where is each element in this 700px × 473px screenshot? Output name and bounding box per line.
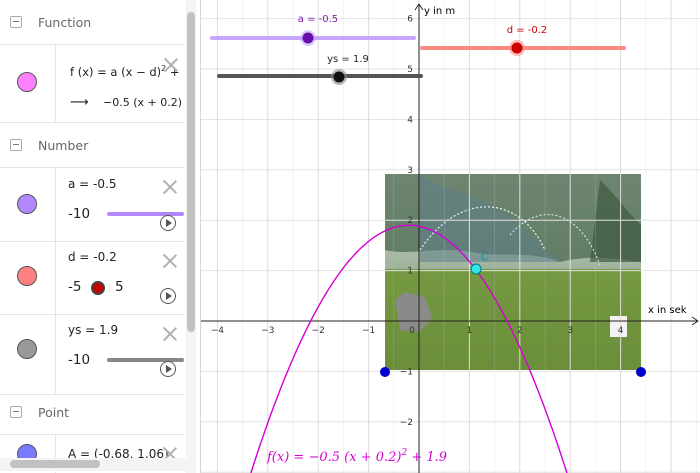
definition-prefix: f (x) = a (x − d) [70, 64, 162, 79]
y-tick-label: 3 [407, 166, 413, 176]
algebra-item-d[interactable]: d = -0.2 -5 5 [0, 241, 184, 315]
section-header-function[interactable]: Function [0, 0, 184, 45]
delete-icon[interactable] [163, 254, 177, 268]
collapse-icon[interactable] [10, 16, 22, 28]
algebra-item-ys[interactable]: ys = 1.9 -10 [0, 314, 184, 395]
y-tick-label: 5 [407, 65, 413, 75]
section-title: Number [38, 137, 89, 153]
horizontal-scrollbar[interactable] [0, 458, 186, 471]
x-tick-label: −1 [362, 326, 375, 336]
x-tick-label: 2 [517, 326, 523, 336]
x-tick-label: 4 [618, 326, 624, 336]
section-title: Point [38, 404, 70, 420]
section-header-point[interactable]: Point [0, 390, 184, 435]
delete-icon[interactable] [163, 180, 177, 194]
slider-min: -10 [68, 352, 91, 368]
scroll-thumb[interactable] [10, 460, 100, 468]
graphics-view[interactable]: −4 −3 −2 −1 0 1 2 3 4654321−1−2 C a = -0.5 d = -… [201, 0, 700, 473]
section-title: Function [38, 14, 92, 30]
formula-coefficient: = −0.5 [289, 450, 344, 465]
y-tick-label: 6 [407, 15, 413, 25]
slider-min: -10 [68, 206, 91, 222]
scroll-thumb[interactable] [187, 12, 195, 332]
formula-lhs: f(x) [266, 450, 289, 465]
divider [55, 314, 56, 394]
y-tick-label: −2 [400, 418, 413, 428]
visibility-toggle[interactable] [17, 266, 37, 286]
x-tick-label: 0 [409, 326, 415, 336]
y-tick-label: −1 [400, 367, 413, 377]
divider [55, 241, 56, 314]
delete-icon[interactable] [164, 58, 178, 72]
point-c[interactable] [470, 263, 482, 275]
y-tick-label: 4 [407, 115, 413, 125]
slider-label: ys = 1.9 [327, 54, 369, 65]
function-formula: f(x) = −0.5 (x + 0.2)2 + 1.9 [266, 448, 447, 465]
graph-slider-d[interactable]: d = -0.2 [420, 25, 626, 56]
delete-icon[interactable] [163, 327, 177, 341]
slider-label[interactable]: a = -0.5 [68, 177, 116, 191]
result-arrow-icon: ⟶ [70, 95, 89, 110]
slider-max: 5 [115, 279, 124, 295]
slider-label: d = -0.2 [507, 25, 548, 36]
slider-knob[interactable] [91, 281, 105, 295]
x-tick-label: 3 [567, 326, 573, 336]
collapse-icon[interactable] [10, 139, 22, 151]
slider-label: a = -0.5 [298, 14, 338, 25]
play-icon[interactable] [160, 215, 176, 231]
visibility-toggle[interactable] [17, 194, 37, 214]
slider-label[interactable]: d = -0.2 [68, 250, 117, 264]
play-icon[interactable] [160, 288, 176, 304]
function-result: −0.5 (x + 0.2) [103, 96, 183, 109]
play-icon[interactable] [160, 361, 176, 377]
vertical-scrollbar[interactable] [186, 0, 196, 473]
point-b[interactable] [636, 367, 646, 377]
point-c-label: C [481, 252, 488, 263]
x-axis-label: x in sek [648, 305, 687, 316]
x-tick-label: −3 [261, 326, 274, 336]
background-photo [385, 174, 641, 370]
x-tick-label: 1 [467, 326, 473, 336]
slider-label[interactable]: ys = 1.9 [68, 323, 118, 337]
x-tick-label: −2 [312, 326, 325, 336]
formula-tail: + 1.9 [407, 450, 447, 465]
divider [55, 44, 56, 122]
section-header-number[interactable]: Number [0, 123, 184, 168]
algebra-item-function[interactable]: f (x) = a (x − d)2 + ⟶ −0.5 (x + 0.2) [0, 44, 184, 123]
collapse-icon[interactable] [10, 406, 22, 418]
divider [55, 168, 56, 241]
point-a[interactable] [380, 367, 390, 377]
visibility-toggle[interactable] [17, 72, 37, 92]
y-tick-label: 1 [407, 267, 413, 277]
formula-paren: (x + 0.2) [344, 450, 401, 465]
slider-min: -5 [68, 279, 82, 295]
algebra-item-a[interactable]: a = -0.5 -10 [0, 168, 184, 242]
visibility-toggle[interactable] [17, 339, 37, 359]
algebra-view: Function f (x) = a (x − d)2 + ⟶ −0.5 (x … [0, 0, 201, 473]
x-tick-label: −4 [211, 326, 225, 336]
y-axis-label: y in m [424, 6, 455, 17]
